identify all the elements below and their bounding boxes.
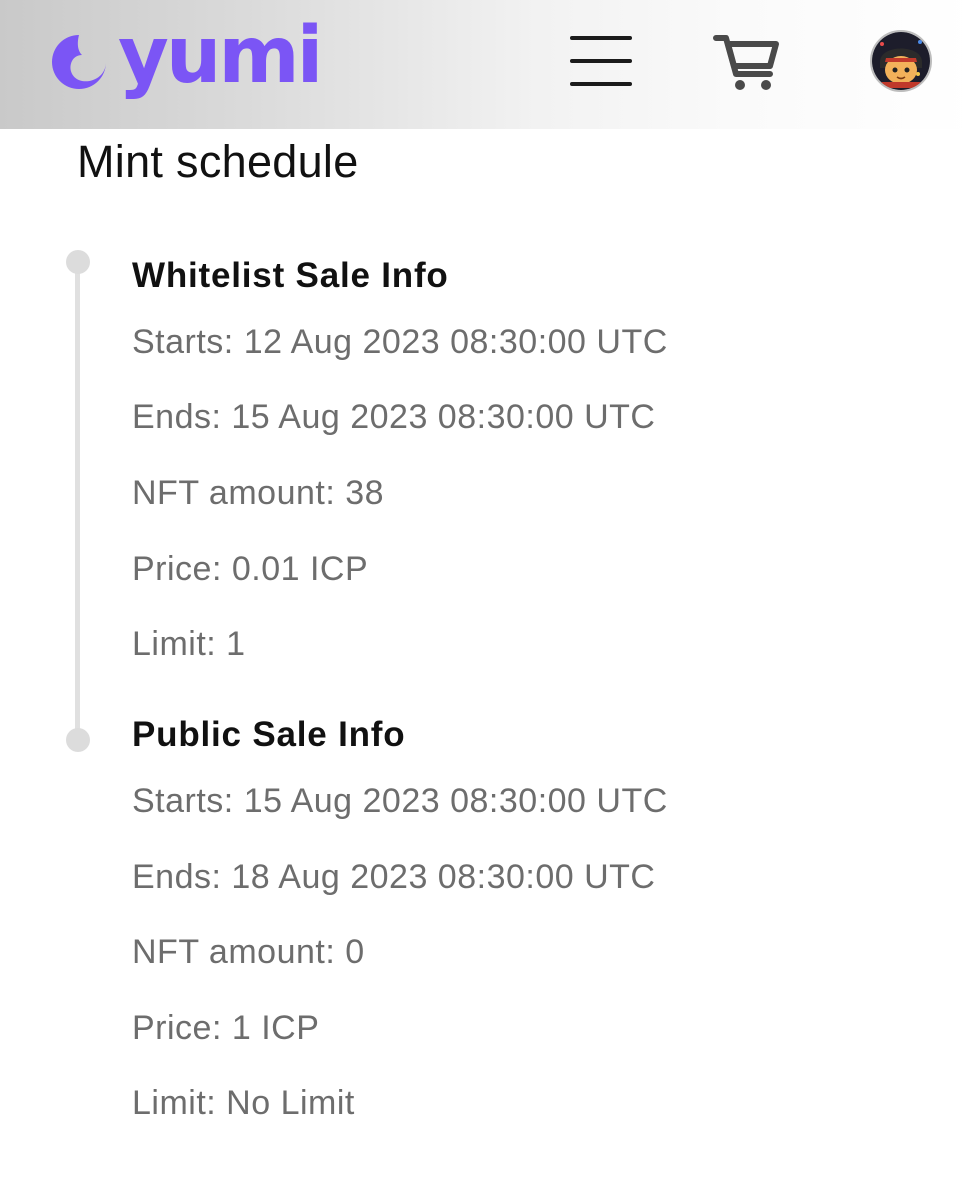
- cart-button[interactable]: [712, 30, 780, 94]
- shopping-cart-icon: [713, 35, 779, 90]
- public-limit: Limit: No Limit: [132, 1084, 355, 1122]
- whitelist-price: Price: 0.01 ICP: [132, 550, 369, 588]
- yumi-logo[interactable]: yumi: [48, 16, 323, 102]
- timeline-dot-public: [66, 728, 90, 752]
- user-avatar[interactable]: [870, 30, 932, 92]
- page-title: Mint schedule: [77, 136, 359, 187]
- hamburger-menu-icon: [570, 36, 632, 40]
- whitelist-sale-title: Whitelist Sale Info: [132, 256, 449, 295]
- public-ends: Ends: 18 Aug 2023 08:30:00 UTC: [132, 858, 656, 896]
- whitelist-limit: Limit: 1: [132, 625, 246, 663]
- avatar-image: [872, 32, 930, 90]
- hamburger-menu-icon-bar: [570, 82, 632, 86]
- public-starts: Starts: 15 Aug 2023 08:30:00 UTC: [132, 782, 668, 820]
- moon-logo-icon: [52, 35, 106, 89]
- public-nft-amount: NFT amount: 0: [132, 933, 365, 971]
- whitelist-starts: Starts: 12 Aug 2023 08:30:00 UTC: [132, 323, 668, 361]
- timeline-dot-whitelist: [66, 250, 90, 274]
- top-navbar: yumi: [0, 0, 977, 129]
- whitelist-nft-amount: NFT amount: 38: [132, 474, 385, 512]
- whitelist-ends: Ends: 15 Aug 2023 08:30:00 UTC: [132, 398, 656, 436]
- hamburger-menu-icon-bar: [570, 59, 632, 63]
- public-sale-title: Public Sale Info: [132, 715, 406, 754]
- timeline-line: [75, 262, 80, 740]
- public-price: Price: 1 ICP: [132, 1009, 320, 1047]
- menu-button[interactable]: [568, 34, 634, 88]
- logo-wordmark: yumi: [118, 11, 323, 101]
